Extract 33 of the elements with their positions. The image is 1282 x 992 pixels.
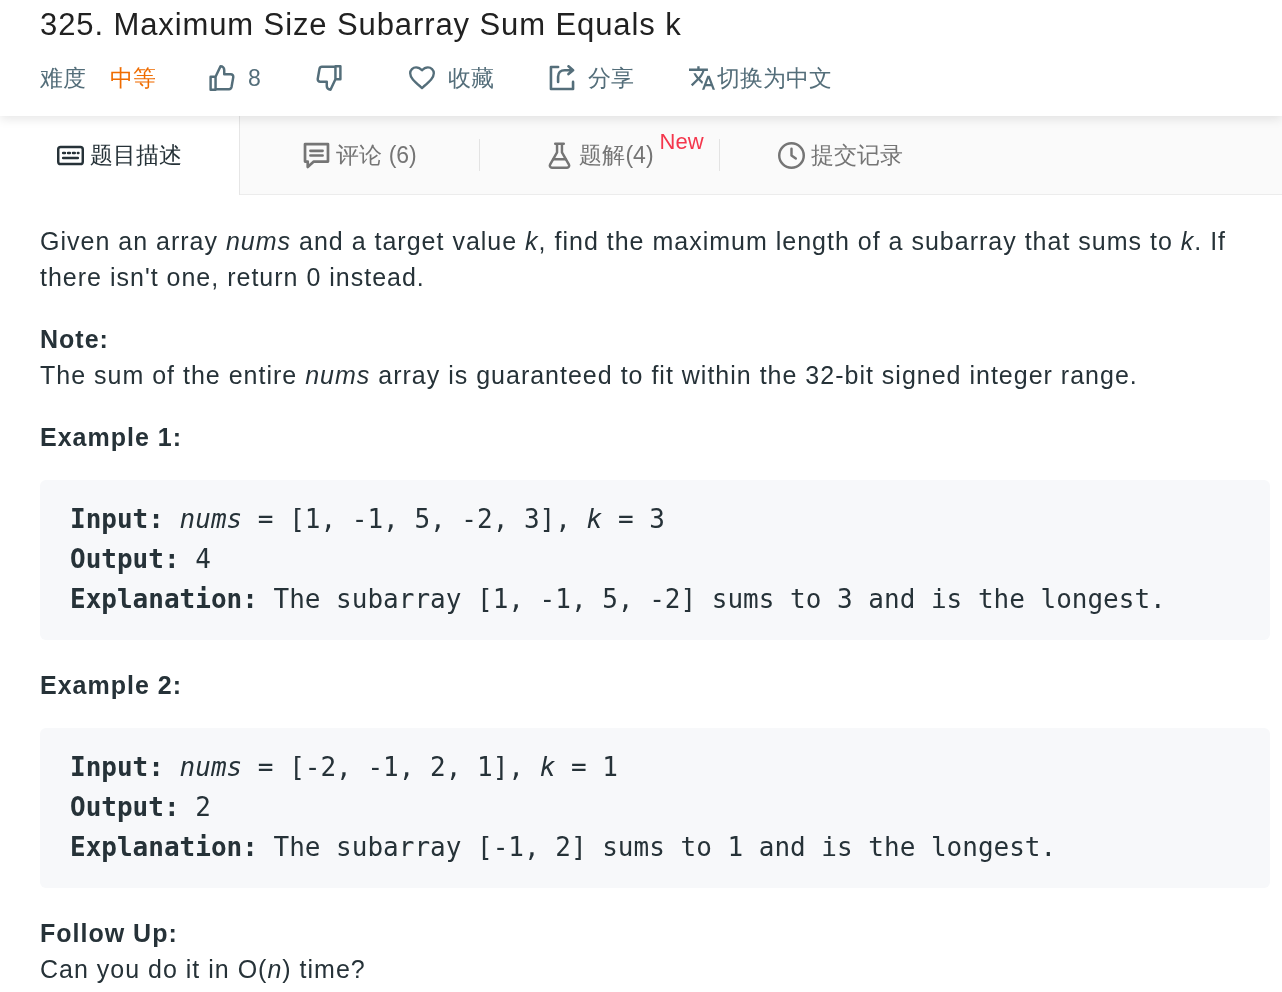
difficulty-label: 难度 — [40, 64, 86, 93]
example-heading: Example 1: — [40, 422, 183, 453]
comment-icon — [303, 142, 331, 169]
code-line: Explanation: The subarray [-1, 2] sums to 1 and is the longest. — [70, 831, 1058, 864]
share-icon — [548, 65, 575, 91]
favorite-button[interactable]: 收藏 — [408, 58, 494, 98]
follow-up-text: Can you do it in O(n) time? — [40, 954, 367, 985]
tab[interactable]: 评论 (6) — [240, 116, 480, 195]
follow-up-heading: Follow Up: — [40, 918, 179, 949]
like-button[interactable]: 8 — [209, 58, 261, 98]
code-line: Input: nums = [-2, -1, 2, 1], k = 1 — [70, 751, 619, 784]
example-heading: Example 2: — [40, 670, 183, 701]
thumbs-down-icon — [315, 65, 342, 91]
dislike-button[interactable] — [315, 65, 342, 91]
thumbs-up-icon — [209, 65, 235, 91]
code-line: Output: 4 — [70, 543, 212, 576]
clock-icon — [777, 142, 805, 169]
problem-title: 325. Maximum Size Subarray Sum Equals k — [40, 6, 682, 44]
tab[interactable]: 题目描述 — [0, 116, 240, 195]
difficulty-value: 中等 — [110, 64, 156, 93]
tab[interactable]: 题解(4) New — [480, 116, 720, 195]
note-text: The sum of the entire nums array is guaranteed to fit within the 32-bit signed integer range. — [40, 360, 1139, 391]
code-line: Input: nums = [1, -1, 5, -2, 3], k = 3 — [70, 503, 666, 536]
heart-icon — [408, 65, 435, 91]
tab[interactable]: 提交记录 — [720, 116, 960, 195]
translate-button[interactable]: 切换为中文 — [688, 58, 832, 98]
new-label: New — [659, 128, 704, 156]
description-text: Given an array nums and a target value k, find the maximum length of a subarray that sums to k. If there isn't one, return 0 instead. — [40, 226, 1228, 293]
code-line: Explanation: The subarray [1, -1, 5, -2] sums to 3 and is the longest. — [70, 583, 1167, 616]
translate-icon — [688, 65, 715, 91]
code-line: Output: 2 — [70, 791, 212, 824]
note-heading: Note: — [40, 324, 110, 355]
share-button[interactable]: 分享 — [548, 58, 634, 98]
